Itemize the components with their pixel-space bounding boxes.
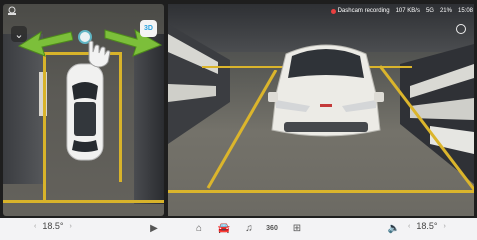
360-view-button[interactable]: 360 <box>264 220 280 236</box>
car-icon[interactable]: 🚘 <box>216 220 232 236</box>
volume-icon[interactable]: 🔈 <box>386 220 402 236</box>
temp-right-value: 18.5° <box>416 221 438 231</box>
clock: 15:08 <box>457 8 473 14</box>
parking-line-right-persp <box>378 65 474 192</box>
chevron-left-icon[interactable]: ‹ <box>34 223 36 230</box>
collapse-button[interactable]: ⌄ <box>11 26 27 42</box>
temp-control-right[interactable]: ‹ 18.5° › <box>408 221 446 231</box>
parking-camera-screen: ⌄ 3D Dashcam recording 107 KB/s 5G 21% 1… <box>0 0 477 240</box>
bottom-dock: ‹ 18.5° › ▶ ⌂ 🚘 ♫ 360 ⊞ 🔈 ‹ 18.5° › <box>0 218 477 240</box>
ego-car-topview <box>66 63 104 161</box>
parking-line-right <box>119 52 122 182</box>
status-bar: Dashcam recording 107 KB/s 5G 21% 15:08 <box>330 4 473 18</box>
home-icon[interactable]: ⌂ <box>191 220 207 236</box>
dashcam-status[interactable]: Dashcam recording <box>330 8 390 14</box>
record-icon <box>330 8 336 14</box>
parking-line-near <box>168 190 474 193</box>
camera-mode-icon[interactable] <box>6 6 18 16</box>
temp-left-value: 18.5° <box>42 221 64 231</box>
parked-car-front <box>268 44 384 137</box>
apps-icon[interactable]: ⊞ <box>289 220 305 236</box>
play-icon[interactable]: ▶ <box>146 220 162 236</box>
parking-line-left <box>43 52 46 202</box>
chevron-right-icon[interactable]: › <box>69 223 71 230</box>
chevron-left-icon[interactable]: ‹ <box>408 223 410 230</box>
front-camera-panel <box>168 4 474 216</box>
music-icon[interactable]: ♫ <box>241 220 257 236</box>
battery-level: 21% <box>439 8 452 14</box>
network-speed: 107 KB/s <box>395 8 420 14</box>
bird-view-panel[interactable]: ⌄ 3D <box>3 4 164 216</box>
chevron-right-icon[interactable]: › <box>443 223 445 230</box>
settings-icon[interactable] <box>456 24 466 34</box>
chevron-down-icon: ⌄ <box>14 28 24 41</box>
hand-gesture-icon <box>88 40 111 68</box>
view-3d-toggle[interactable]: 3D <box>140 20 157 37</box>
parking-line-bottom <box>3 200 164 203</box>
temp-control-left[interactable]: ‹ 18.5° › <box>34 221 72 231</box>
signal-indicator: 5G <box>425 8 434 14</box>
